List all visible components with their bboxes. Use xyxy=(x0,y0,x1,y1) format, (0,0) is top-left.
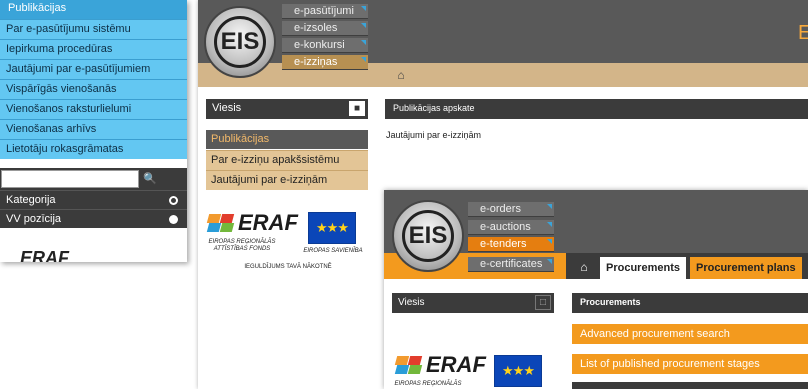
lv-procurement-window: Publikācijas Par e-pasūtījumu sistēmu Ie… xyxy=(0,0,187,262)
guest-label: Viesis xyxy=(212,102,242,114)
eu-flag-icon: ★★★ xyxy=(308,212,356,244)
tab-e-auctions[interactable]: e-auctions xyxy=(468,220,554,235)
published-stages-link[interactable]: List of published procurement stages xyxy=(572,354,808,374)
publication-view-header: Publikācijas apskate xyxy=(385,99,808,119)
lock-icon[interactable]: ■ xyxy=(349,101,365,116)
publications-header: Publikācijas xyxy=(0,0,187,19)
menu-item-framework-agreements[interactable]: Vispārīgās vienošanās xyxy=(0,79,187,99)
eis-logo[interactable]: EIS xyxy=(392,200,464,272)
table-header-partial xyxy=(572,382,808,389)
tab-e-orders[interactable]: e-pasūtījumi xyxy=(282,4,368,19)
menu-item-agreement-archive[interactable]: Vienošanas arhīvs xyxy=(0,119,187,139)
eu-flag-icon: ★★★ xyxy=(494,355,542,387)
sidebar-item-questions-inquiries[interactable]: Jautājumi par e-izziņām xyxy=(206,170,368,190)
category-row[interactable]: Kategorija xyxy=(0,190,187,209)
guest-bar: Viesis ■ xyxy=(206,99,368,119)
tab-e-auctions[interactable]: e-izsoles xyxy=(282,21,368,36)
slogan: IEGULDĪJUMS TAVĀ NĀKOTNĒ xyxy=(244,264,332,270)
home-icon[interactable]: ⌂ xyxy=(391,65,411,85)
advanced-search-link[interactable]: Advanced procurement search xyxy=(572,324,808,344)
eraf-caption: EIROPAS REĢIONĀLĀS xyxy=(394,381,462,387)
publication-title: Jautājumi par e-izziņām xyxy=(386,130,482,140)
eis-logo[interactable]: EIS xyxy=(204,6,276,78)
radio-icon[interactable] xyxy=(169,215,178,224)
radio-icon[interactable] xyxy=(169,196,178,205)
category-label: Kategorija xyxy=(6,194,56,206)
eraf-flag-icon xyxy=(394,356,423,374)
search-bar: 🔍 xyxy=(0,168,187,190)
vv-position-row[interactable]: VV pozīcija xyxy=(0,209,187,228)
menu-item-questions[interactable]: Jautājumi par e-pasūtījumiem xyxy=(0,59,187,79)
search-input[interactable] xyxy=(1,170,139,188)
menu-item-agreement-characteristics[interactable]: Vienošanos raksturlielumi xyxy=(0,99,187,119)
eraf-caption: EIROPAS REĢIONĀLĀS ATTĪSTĪBAS FONDS xyxy=(208,239,276,252)
spacer xyxy=(0,159,187,168)
tab-e-orders[interactable]: e-orders xyxy=(468,202,554,217)
tab-procurements[interactable]: Procurements xyxy=(600,257,686,279)
tab-e-tenders[interactable]: e-tenders xyxy=(468,237,554,252)
eraf-flag-icon xyxy=(206,214,235,232)
vv-position-label: VV pozīcija xyxy=(6,213,62,225)
binoculars-search-icon[interactable]: 🔍 xyxy=(141,170,159,188)
procurements-header: Procurements xyxy=(572,293,808,313)
menu-item-user-manuals[interactable]: Lietotāju rokasgrāmatas xyxy=(0,139,187,159)
eu-caption: EIROPAS SAVIENĪBA xyxy=(303,248,363,254)
menu-item-about-system[interactable]: Par e-pasūtījumu sistēmu xyxy=(0,19,187,39)
lock-icon[interactable]: □ xyxy=(535,295,551,310)
tab-e-inquiries[interactable]: e-izziņas xyxy=(282,55,368,70)
tab-e-tenders[interactable]: e-konkursi xyxy=(282,38,368,53)
menu-item-procedures[interactable]: Iepirkuma procedūras xyxy=(0,39,187,59)
page-heading-fragment: E xyxy=(798,22,808,44)
tab-procurement-plans[interactable]: Procurement plans xyxy=(690,257,802,279)
tab-e-certificates[interactable]: e-certificates xyxy=(468,257,554,272)
guest-label: Viesis xyxy=(398,297,425,308)
eraf-logo-partial: ERAF xyxy=(20,248,69,262)
sidebar-item-about-inquiries[interactable]: Par e-izziņu apakšsistēmu xyxy=(206,150,368,170)
home-icon[interactable]: ⌂ xyxy=(574,257,594,277)
en-procurement-window: EIS e-orders e-auctions e-tenders e-cert… xyxy=(384,190,808,389)
sidebar-publications-header: Publikācijas xyxy=(206,130,368,149)
guest-bar: Viesis □ xyxy=(392,293,554,313)
